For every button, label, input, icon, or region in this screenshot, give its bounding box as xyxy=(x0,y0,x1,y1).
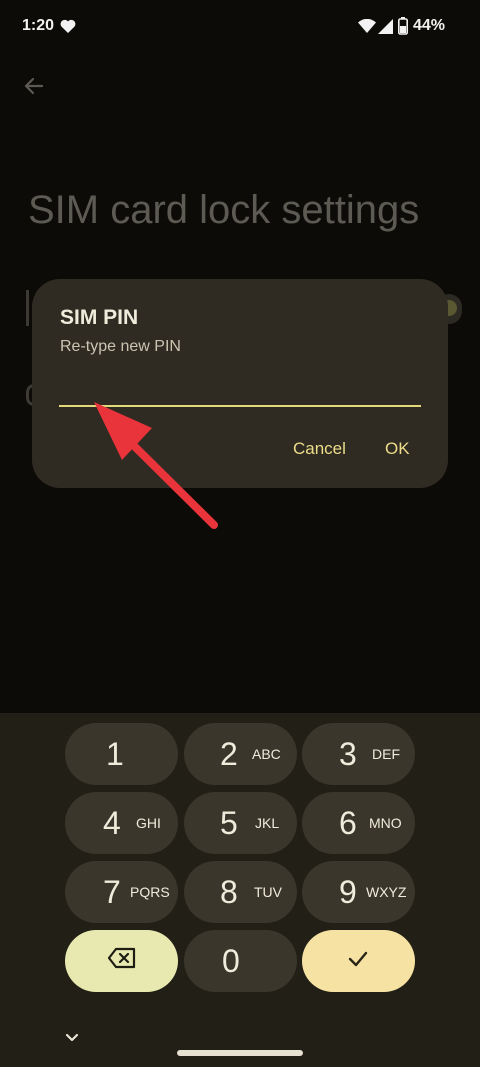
page-title: SIM card lock settings xyxy=(28,188,420,232)
checkmark-icon xyxy=(347,950,369,973)
heart-icon xyxy=(60,19,76,39)
numeric-keypad: 1 2 ABC 3 DEF 4 GHI 5 JKL 6 MNO 7 PQRS 8… xyxy=(0,713,480,1067)
key-4[interactable]: 4 GHI xyxy=(65,792,178,854)
sim-pin-dialog: SIM PIN Re-type new PIN Cancel OK xyxy=(32,279,448,488)
battery-percent: 44% xyxy=(413,17,446,34)
key-2[interactable]: 2 ABC xyxy=(184,723,297,785)
key-8[interactable]: 8 TUV xyxy=(184,861,297,923)
wifi-icon xyxy=(358,18,376,38)
key-1[interactable]: 1 xyxy=(65,723,178,785)
backspace-key[interactable] xyxy=(65,930,178,992)
backspace-icon xyxy=(107,946,137,975)
back-arrow-icon[interactable] xyxy=(20,72,48,100)
key-6[interactable]: 6 MNO xyxy=(302,792,415,854)
chevron-down-icon[interactable] xyxy=(62,1031,82,1050)
cell-signal-icon xyxy=(378,19,393,39)
status-time: 1:20 xyxy=(22,17,55,34)
dialog-subtitle: Re-type new PIN xyxy=(60,338,181,355)
cancel-button[interactable]: Cancel xyxy=(293,439,346,459)
key-7[interactable]: 7 PQRS xyxy=(65,861,178,923)
battery-icon xyxy=(398,17,408,40)
dialog-title: SIM PIN xyxy=(60,306,139,329)
key-9[interactable]: 9 WXYZ xyxy=(302,861,415,923)
confirm-key[interactable] xyxy=(302,930,415,992)
ok-button[interactable]: OK xyxy=(385,439,410,459)
key-0[interactable]: 0 xyxy=(184,930,297,992)
key-5[interactable]: 5 JKL xyxy=(184,792,297,854)
home-indicator[interactable] xyxy=(177,1050,303,1056)
pin-input[interactable] xyxy=(59,375,421,407)
status-bar: 1:20 44% xyxy=(0,0,480,52)
key-3[interactable]: 3 DEF xyxy=(302,723,415,785)
